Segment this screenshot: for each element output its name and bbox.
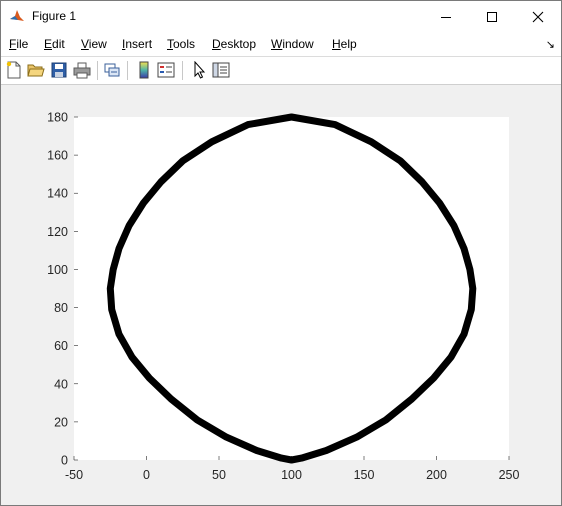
close-button[interactable] <box>515 1 561 32</box>
y-tick-label: 40 <box>54 377 68 391</box>
menu-tools[interactable]: Tools <box>167 37 195 51</box>
plot-axes[interactable]: -50 0 50 100 150 200 2500204060801001201401601… <box>1 85 561 505</box>
y-tick-label: 160 <box>47 149 68 163</box>
x-tick-label: 50 <box>212 468 226 482</box>
menu-bar: File Edit View Insert Tools Desktop Wind… <box>1 32 561 57</box>
x-tick-label: -50 <box>65 468 83 482</box>
x-tick-label: 150 <box>354 468 375 482</box>
y-tick-label: 140 <box>47 187 68 201</box>
figure-window: Figure 1 File Edit View Insert Tools Des… <box>0 0 562 506</box>
insert-colorbar-icon[interactable] <box>135 61 153 79</box>
toolbar-separator <box>127 61 128 80</box>
y-tick-label: 180 <box>47 111 68 125</box>
y-tick-label: 60 <box>54 339 68 353</box>
print-figure-icon[interactable] <box>73 61 91 79</box>
window-title: Figure 1 <box>32 9 77 23</box>
insert-legend-icon[interactable] <box>157 61 175 79</box>
minimize-button[interactable] <box>423 1 469 32</box>
y-tick-label: 120 <box>47 225 68 239</box>
x-tick-label: 100 <box>281 468 302 482</box>
x-tick-label: 0 <box>143 468 150 482</box>
close-icon <box>532 11 544 22</box>
menu-insert[interactable]: Insert <box>122 37 152 51</box>
menu-view[interactable]: View <box>81 37 107 51</box>
menu-desktop[interactable]: Desktop <box>212 37 256 51</box>
matlab-logo-icon <box>9 8 25 24</box>
x-tick-label: 250 <box>499 468 520 482</box>
save-figure-icon[interactable] <box>50 61 68 79</box>
x-tick-label: 200 <box>426 468 447 482</box>
maximize-button[interactable] <box>469 1 515 32</box>
menu-window[interactable]: Window <box>271 37 314 51</box>
link-plot-icon[interactable] <box>103 61 121 79</box>
minimize-icon <box>441 16 451 18</box>
title-bar[interactable]: Figure 1 <box>1 1 561 32</box>
toolbar-separator <box>97 61 98 80</box>
new-figure-icon[interactable] <box>5 61 23 79</box>
y-tick-label: 20 <box>54 415 68 429</box>
y-tick-label: 0 <box>61 454 68 468</box>
toolbar-separator <box>182 61 183 80</box>
dock-figure-arrow-icon[interactable]: ↘ <box>546 38 555 51</box>
figure-toolbar <box>1 57 561 85</box>
maximize-icon <box>487 11 497 22</box>
open-file-icon[interactable] <box>27 61 45 79</box>
y-tick-label: 80 <box>54 301 68 315</box>
menu-file[interactable]: File <box>9 37 28 51</box>
axes-background <box>74 117 509 460</box>
property-inspector-icon[interactable] <box>212 61 230 79</box>
figure-canvas[interactable]: -50 0 50 100 150 200 250 0 20 40 60 80 100 120 140 160 1… <box>1 85 561 505</box>
y-tick-label: 100 <box>47 263 68 277</box>
menu-help[interactable]: Help <box>332 37 357 51</box>
menu-edit[interactable]: Edit <box>44 37 65 51</box>
edit-plot-pointer-icon[interactable] <box>190 61 208 79</box>
